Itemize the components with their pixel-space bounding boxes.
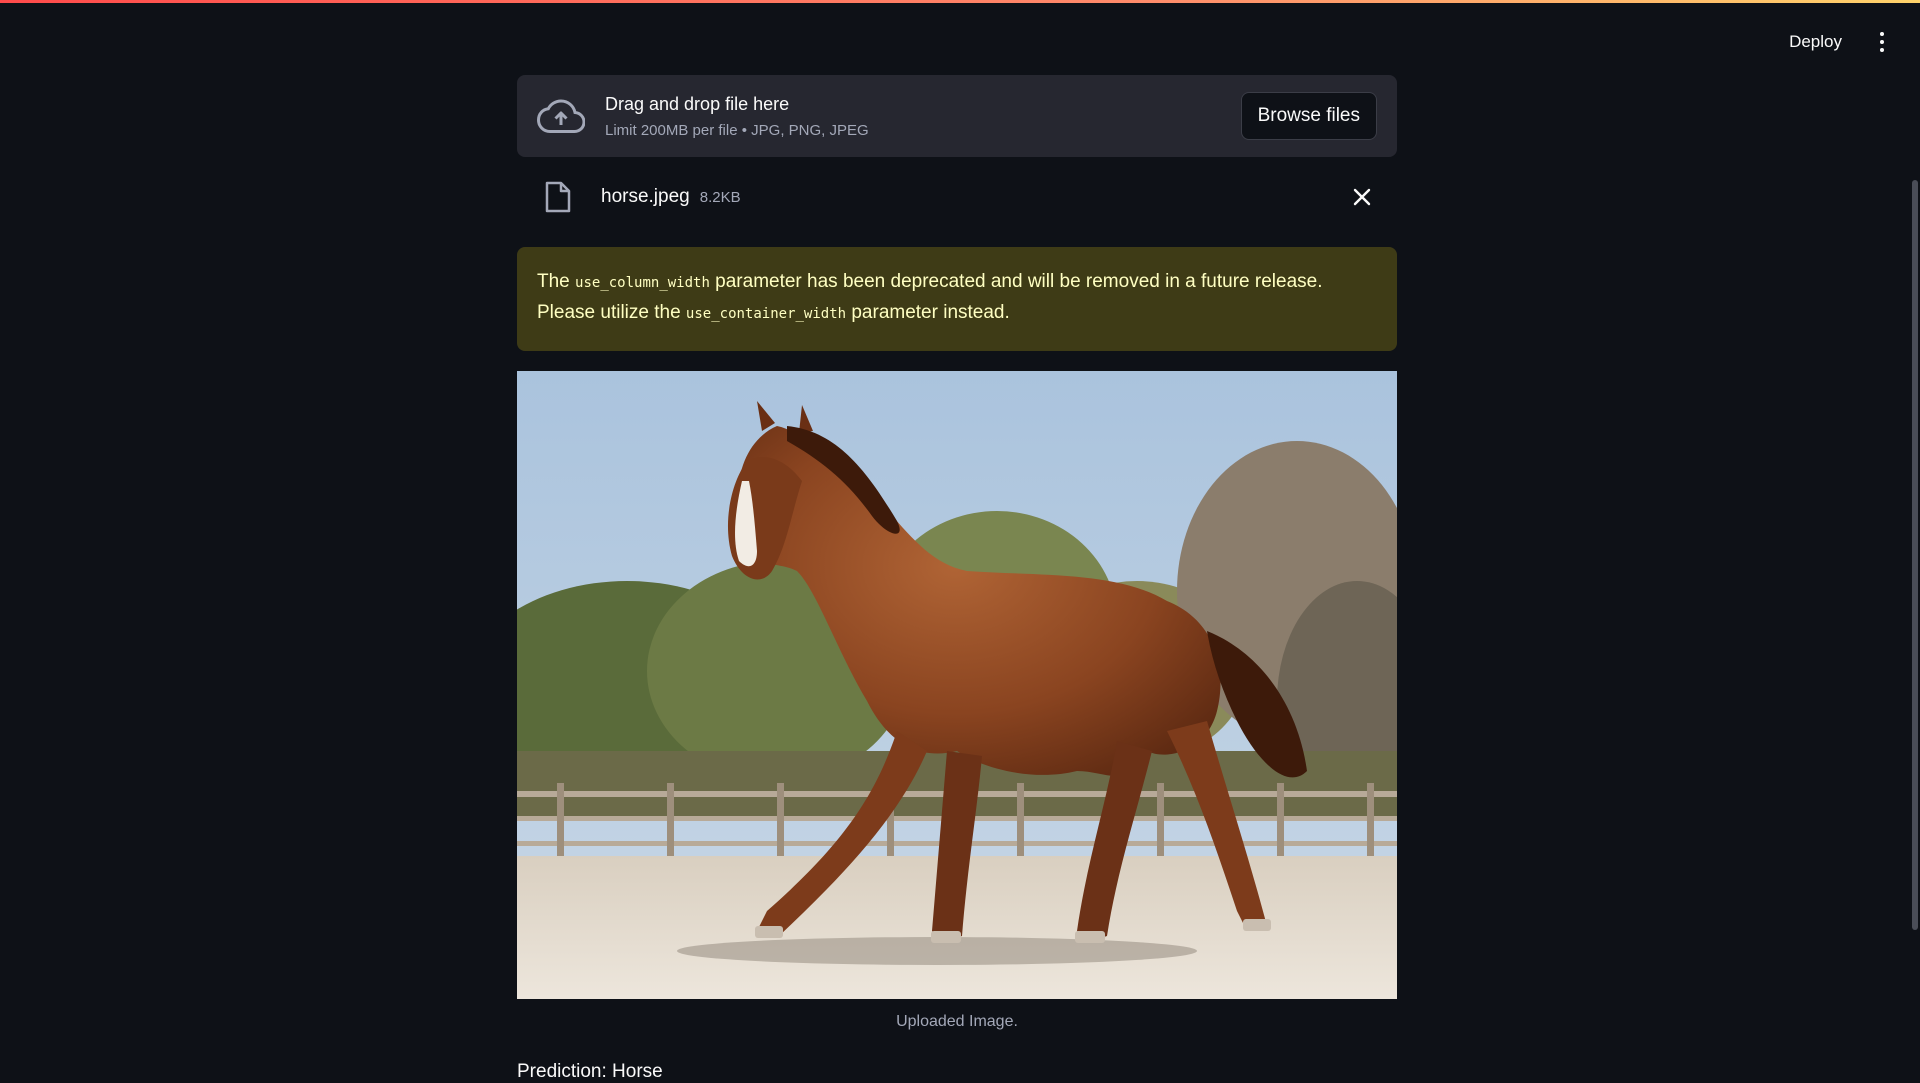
file-size: 8.2KB	[699, 188, 741, 206]
horse-photo	[517, 371, 1397, 999]
browse-files-button[interactable]: Browse files	[1240, 92, 1377, 140]
deploy-button[interactable]: Deploy	[1789, 32, 1842, 52]
scrollbar-thumb[interactable]	[1912, 180, 1918, 930]
remove-file-button[interactable]	[1347, 182, 1377, 212]
warning-code-column-width: use_column_width	[575, 275, 710, 291]
cloud-upload-icon	[537, 99, 585, 133]
header-toolbar: Deploy	[1789, 30, 1892, 54]
file-name: horse.jpeg	[601, 186, 690, 207]
main-content: Drag and drop file here Limit 200MB per …	[517, 75, 1397, 1083]
warning-text: The	[537, 271, 576, 292]
uploaded-image	[517, 371, 1397, 999]
close-icon	[1353, 188, 1371, 206]
dropzone-limit: Limit 200MB per file • JPG, PNG, JPEG	[605, 121, 869, 139]
file-icon	[545, 181, 571, 213]
uploaded-file-row: horse.jpeg 8.2KB	[517, 157, 1397, 237]
main-menu-icon[interactable]	[1872, 30, 1892, 54]
warning-code-container-width: use_container_width	[685, 306, 847, 322]
scrollbar[interactable]	[1908, 0, 1920, 1080]
deprecation-warning: The use_column_width parameter has been …	[517, 247, 1397, 351]
image-caption: Uploaded Image.	[896, 1013, 1018, 1030]
dropzone-title: Drag and drop file here	[605, 93, 790, 114]
file-dropzone[interactable]: Drag and drop file here Limit 200MB per …	[517, 75, 1397, 157]
dropzone-text: Drag and drop file here Limit 200MB per …	[605, 94, 1241, 139]
top-decoration-stripe	[0, 0, 1920, 3]
warning-text: parameter instead.	[846, 302, 1010, 323]
